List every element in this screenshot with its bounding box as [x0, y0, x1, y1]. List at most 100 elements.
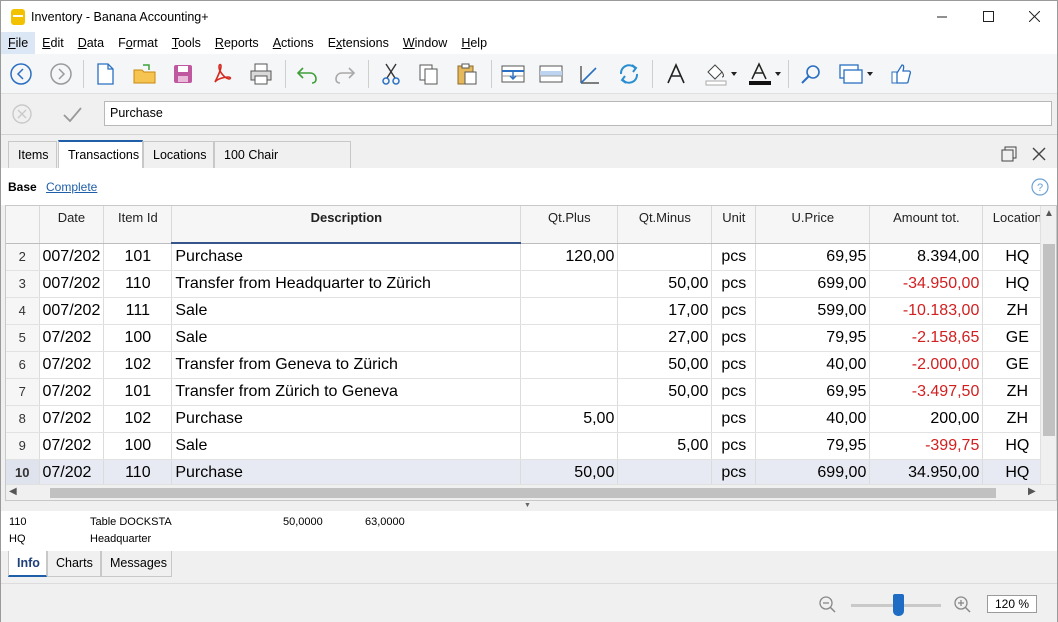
cell-plus[interactable] [520, 378, 619, 406]
window-layout-icon[interactable] [837, 60, 877, 88]
cell-minus[interactable]: 27,00 [617, 324, 713, 352]
restore-view-icon[interactable] [1001, 146, 1017, 165]
cell-item[interactable]: 110 [103, 270, 173, 298]
menu-item-window[interactable]: Window [396, 32, 454, 54]
cell-unit[interactable]: pcs [711, 432, 757, 460]
recalculate-icon[interactable] [615, 60, 643, 88]
cell-minus[interactable] [617, 243, 713, 271]
open-folder-icon[interactable] [131, 60, 159, 88]
cell-item[interactable]: 111 [103, 297, 173, 325]
cell-minus[interactable]: 5,00 [617, 432, 713, 460]
cell-item[interactable]: 100 [103, 432, 173, 460]
cell-desc[interactable]: Purchase [171, 459, 522, 487]
redo-icon[interactable] [331, 60, 359, 88]
cell-plus[interactable] [520, 270, 619, 298]
column-header-qt-minus[interactable]: Qt.Minus [617, 206, 713, 244]
cell-unit[interactable]: pcs [711, 270, 757, 298]
row-number[interactable]: 7 [6, 378, 40, 406]
new-file-icon[interactable] [91, 60, 119, 88]
menu-item-reports[interactable]: Reports [208, 32, 266, 54]
row-number[interactable]: 6 [6, 351, 40, 379]
cut-icon[interactable] [377, 60, 405, 88]
menu-item-tools[interactable]: Tools [165, 32, 208, 54]
cell-item[interactable]: 102 [103, 405, 173, 433]
table-row[interactable]: 9 07/202 100 Sale 5,00 pcs 79,95 -399,75 HQ [6, 432, 1053, 460]
cell-desc[interactable]: Purchase [171, 405, 522, 433]
cell-minus[interactable] [617, 405, 713, 433]
close-view-icon[interactable] [1031, 146, 1047, 165]
cell-amount[interactable]: 34.950,00 [869, 459, 984, 487]
cell-date[interactable]: 07/202 [39, 405, 105, 433]
horizontal-scroll-thumb[interactable] [50, 488, 996, 498]
row-number[interactable]: 10 [6, 459, 40, 487]
help-icon[interactable]: ? [1031, 178, 1049, 199]
cell-plus[interactable] [520, 432, 619, 460]
cell-amount[interactable]: -34.950,00 [869, 270, 984, 298]
table-row[interactable]: 2 007/202 101 Purchase 120,00 pcs 69,95 8.394,0… [6, 243, 1053, 271]
cell-plus[interactable]: 5,00 [520, 405, 619, 433]
column-header-amount-tot-[interactable]: Amount tot. [869, 206, 984, 244]
cell-price[interactable]: 40,00 [755, 405, 871, 433]
cell-desc[interactable]: Sale [171, 324, 522, 352]
scroll-up-icon[interactable]: ▲ [1044, 208, 1054, 219]
cell-date[interactable]: 07/202 [39, 459, 105, 487]
pdf-icon[interactable] [207, 60, 235, 88]
maximize-button[interactable] [965, 1, 1011, 32]
row-number[interactable]: 2 [6, 243, 40, 271]
cell-unit[interactable]: pcs [711, 378, 757, 406]
column-header-unit[interactable]: Unit [711, 206, 757, 244]
delete-row-icon[interactable] [537, 60, 565, 88]
cell-price[interactable]: 69,95 [755, 243, 871, 271]
cell-plus[interactable] [520, 324, 619, 352]
cell-edit-input[interactable]: Purchase [104, 101, 1052, 126]
cell-unit[interactable]: pcs [711, 351, 757, 379]
save-icon[interactable] [169, 60, 197, 88]
vertical-scroll-thumb[interactable] [1043, 244, 1055, 436]
cell-price[interactable]: 699,00 [755, 270, 871, 298]
cell-desc[interactable]: Transfer from Headquarter to Zürich [171, 270, 522, 298]
tab-info[interactable]: Info [8, 551, 47, 577]
minimize-button[interactable] [919, 1, 965, 32]
cell-plus[interactable] [520, 351, 619, 379]
confirm-edit-icon[interactable] [61, 103, 83, 128]
cell-amount[interactable]: 200,00 [869, 405, 984, 433]
menu-item-file[interactable]: File [1, 32, 36, 54]
cell-date[interactable]: 07/202 [39, 378, 105, 406]
cell-desc[interactable]: Transfer from Geneva to Zürich [171, 351, 522, 379]
close-window-button[interactable] [1011, 1, 1057, 32]
cell-desc[interactable]: Purchase [171, 243, 522, 271]
back-icon[interactable] [7, 60, 35, 88]
cell-date[interactable]: 007/202 [39, 297, 105, 325]
cell-minus[interactable]: 50,00 [617, 378, 713, 406]
table-row[interactable]: 6 07/202 102 Transfer from Geneva to Zürich… [6, 351, 1053, 379]
format-angle-icon[interactable] [576, 60, 604, 88]
tab-chair-martin[interactable]: 100 Chair MARTIN✕ [214, 141, 351, 188]
zoom-slider-thumb[interactable] [893, 594, 904, 616]
menu-item-data[interactable]: Data [71, 32, 111, 54]
cell-amount[interactable]: -2.000,00 [869, 351, 984, 379]
cell-item[interactable]: 102 [103, 351, 173, 379]
splitter-handle-icon[interactable]: ▼ [524, 502, 531, 509]
cell-minus[interactable]: 50,00 [617, 270, 713, 298]
table-row[interactable]: 8 07/202 102 Purchase 5,00 pcs 40,00 200,00 ZH [6, 405, 1053, 433]
tab-charts[interactable]: Charts [47, 551, 101, 577]
copy-icon[interactable] [415, 60, 443, 88]
table-row[interactable]: 3 007/202 110 Transfer from Headquarter to … [6, 270, 1053, 298]
cell-date[interactable]: 007/202 [39, 270, 105, 298]
column-header-description[interactable]: Description [171, 206, 522, 244]
zoom-in-icon[interactable] [953, 595, 971, 616]
cell-unit[interactable]: pcs [711, 405, 757, 433]
menu-item-help[interactable]: Help [454, 32, 494, 54]
cell-date[interactable]: 007/202 [39, 243, 105, 271]
cell-date[interactable]: 07/202 [39, 432, 105, 460]
cell-amount[interactable]: -2.158,65 [869, 324, 984, 352]
cell-price[interactable]: 69,95 [755, 378, 871, 406]
cell-amount[interactable]: 8.394,00 [869, 243, 984, 271]
view-base[interactable]: Base [8, 180, 37, 194]
tab-transactions[interactable]: Transactions [58, 140, 143, 168]
table-row[interactable]: 4 007/202 111 Sale 17,00 pcs 599,00 -10.183,00 Z… [6, 297, 1053, 325]
cell-minus[interactable] [617, 459, 713, 487]
forward-icon[interactable] [47, 60, 75, 88]
cell-unit[interactable]: pcs [711, 297, 757, 325]
cell-item[interactable]: 110 [103, 459, 173, 487]
